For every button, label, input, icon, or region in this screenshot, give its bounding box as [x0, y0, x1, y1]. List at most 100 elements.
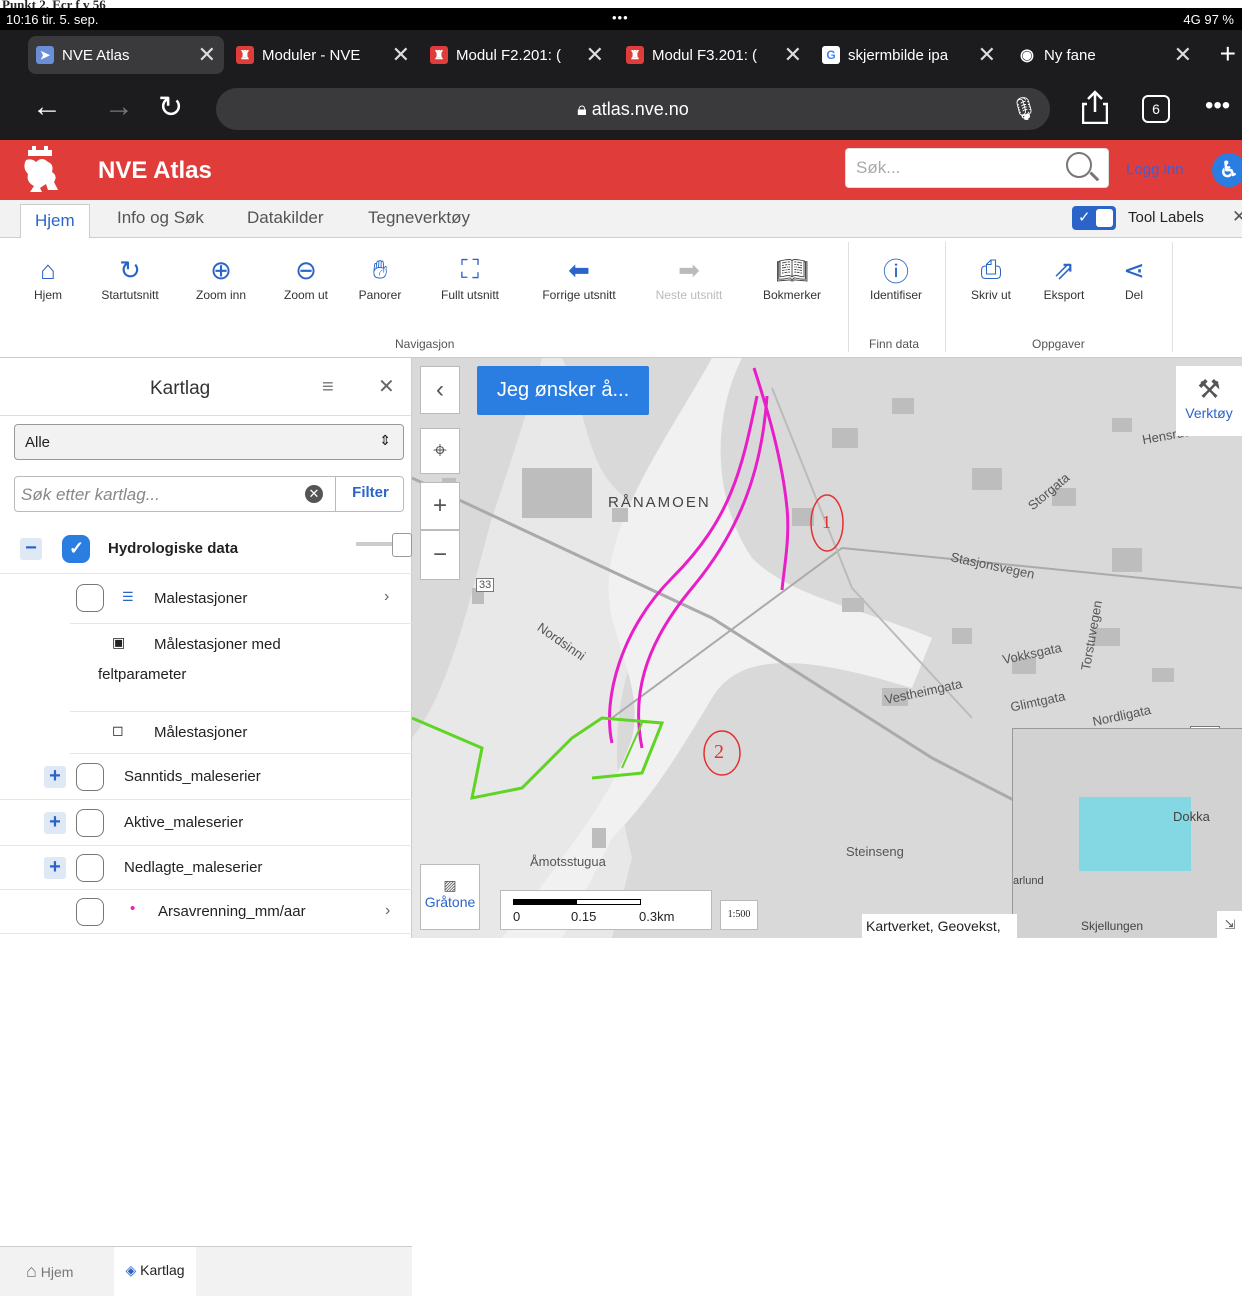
- layer-checkbox[interactable]: [76, 584, 104, 612]
- next-extent-button[interactable]: ➡︎ Neste utsnitt: [646, 252, 732, 303]
- layer-search-input[interactable]: Søk etter kartlag... ✕ Filter: [14, 476, 404, 512]
- close-tab-icon[interactable]: ✕: [586, 42, 604, 68]
- road-number: 33: [476, 578, 495, 592]
- chevron-right-icon[interactable]: ›: [384, 588, 389, 606]
- expand-icon[interactable]: +: [44, 766, 66, 788]
- overview-map[interactable]: Dokka Skjellungen arlund ⇲: [1012, 728, 1242, 938]
- browser-tab-moduler[interactable]: ♜ Moduler - NVE ✕: [228, 36, 418, 74]
- print-button[interactable]: ⎙ Skriv ut: [962, 252, 1020, 302]
- scale-label: 0: [513, 909, 521, 924]
- tab-info-og-sok[interactable]: Info og Søk: [117, 208, 204, 228]
- login-link[interactable]: Logg inn: [1126, 161, 1184, 178]
- more-menu-icon[interactable]: •••: [1205, 92, 1230, 120]
- close-tab-icon[interactable]: ✕: [392, 42, 410, 68]
- legend-label: Målestasjoner: [154, 724, 248, 741]
- tab-title: Ny fane: [1044, 46, 1096, 64]
- search-icon[interactable]: [1066, 152, 1092, 178]
- back-arrow-icon[interactable]: ←: [32, 90, 62, 124]
- filter-button[interactable]: Filter: [335, 476, 405, 512]
- browser-tab-ny-fane[interactable]: ◉ Ny fane ✕: [1010, 36, 1200, 74]
- close-tab-icon[interactable]: ✕: [978, 42, 996, 68]
- close-tab-icon[interactable]: ✕: [198, 42, 216, 68]
- layer-checkbox[interactable]: [76, 763, 104, 791]
- startutsnitt-button[interactable]: ↻ Startutsnitt: [92, 252, 168, 303]
- share-button[interactable]: ⋖ Del: [1114, 252, 1154, 303]
- browser-tab-modul-f2[interactable]: ♜ Modul F2.201: ( ✕: [422, 36, 612, 74]
- jeg-onsker-button[interactable]: Jeg ønsker å...: [477, 366, 649, 415]
- share-icon[interactable]: [1082, 90, 1108, 124]
- tab-datakilder[interactable]: Datakilder: [247, 208, 324, 228]
- ribbon-collapse-icon[interactable]: ✕: [1232, 207, 1242, 227]
- tab-title: Moduler - NVE: [262, 46, 361, 64]
- bottom-tab-kartlag[interactable]: ◈ Kartlag: [114, 1247, 196, 1297]
- next-extent-icon: ➡︎: [678, 254, 700, 285]
- nve-atlas-favicon-icon: ➤: [36, 46, 54, 64]
- map-view[interactable]: 1 2 RÅNAMOEN Nordsinni Stasjonsvegen Vok…: [412, 358, 1242, 938]
- list-item: + Aktive_maleserier: [0, 800, 412, 846]
- collapse-icon[interactable]: −: [20, 538, 42, 560]
- zoom-in-button[interactable]: ⊕ Zoom inn: [188, 252, 254, 303]
- locate-icon[interactable]: ⌖: [420, 428, 460, 474]
- identify-button[interactable]: ⓘ Identifiser: [860, 252, 932, 303]
- layer-checkbox[interactable]: [62, 535, 90, 563]
- chevron-right-icon[interactable]: ›: [385, 902, 390, 920]
- multitask-dots[interactable]: •••: [612, 10, 629, 25]
- verktoy-button[interactable]: ⚒︎ Verktøy: [1176, 366, 1242, 436]
- tool-labels-toggle[interactable]: [1072, 206, 1116, 230]
- browser-tab-nve-atlas[interactable]: ➤ NVE Atlas ✕: [28, 36, 224, 74]
- opacity-slider[interactable]: [356, 533, 412, 557]
- tab-count-button[interactable]: 6: [1142, 95, 1170, 123]
- status-signal: 4G 97 %: [1183, 12, 1234, 27]
- clear-search-icon[interactable]: ✕: [305, 485, 323, 503]
- bookmarks-button[interactable]: 📖︎ Bokmerker: [754, 252, 830, 303]
- reset-icon: ↻: [119, 254, 141, 285]
- layer-checkbox[interactable]: [76, 809, 104, 837]
- microphone-icon[interactable]: 🎙︎: [1010, 96, 1038, 122]
- book-icon: 📖︎: [775, 254, 809, 285]
- layer-checkbox[interactable]: [76, 854, 104, 882]
- ribbon-tabs: Hjem Info og Søk Datakilder Tegneverktøy…: [0, 200, 1242, 239]
- full-extent-button[interactable]: ⛶ Fullt utsnitt: [432, 252, 508, 302]
- close-panel-icon[interactable]: ✕: [378, 374, 395, 399]
- expand-icon[interactable]: +: [44, 812, 66, 834]
- bottom-tab-home[interactable]: ⌂ Hjem: [26, 1261, 73, 1282]
- accessibility-icon[interactable]: ♿︎: [1212, 153, 1242, 187]
- layer-label: Aktive_maleserier: [124, 814, 244, 831]
- zoom-out-map-button[interactable]: −: [420, 530, 460, 580]
- overview-label: Dokka: [1173, 809, 1210, 824]
- expand-icon[interactable]: +: [44, 857, 66, 879]
- previous-extent-button[interactable]: ⬅︎ Forrige utsnitt: [530, 252, 628, 303]
- browser-tab-skjermbilde[interactable]: G skjermbilde ipa ✕: [814, 36, 1004, 74]
- export-button[interactable]: ⇗ Eksport: [1036, 252, 1092, 303]
- close-tab-icon[interactable]: ✕: [1174, 42, 1192, 68]
- scale-bar-graphic: [513, 899, 641, 905]
- home-button[interactable]: ⌂ Hjem: [26, 252, 70, 303]
- scale-bar: 0 0.15 0.3km: [500, 890, 712, 930]
- overview-toggle-icon[interactable]: ⇲: [1217, 911, 1242, 938]
- address-bar[interactable]: 🔒︎ atlas.nve.no: [216, 88, 1050, 130]
- tab-title: NVE Atlas: [62, 46, 130, 64]
- basemap-gratone-button[interactable]: ▨ Gråtone: [420, 864, 480, 930]
- status-bar: 10:16 tir. 5. sep. ••• 4G 97 %: [0, 8, 1242, 30]
- collapse-panel-button[interactable]: ‹: [420, 366, 460, 414]
- zoom-out-button[interactable]: ⊖ Zoom ut: [276, 252, 336, 303]
- tab-tegneverktoy[interactable]: Tegneverktøy: [368, 208, 470, 228]
- scale-toggle-button[interactable]: 1:500: [720, 900, 758, 930]
- home-icon: ⌂: [40, 254, 56, 285]
- close-tab-icon[interactable]: ✕: [784, 42, 802, 68]
- pan-button[interactable]: ✋︎ Panorer: [352, 252, 408, 302]
- app-header: NVE Atlas Søk... Logg inn ♿︎: [0, 140, 1242, 200]
- zoom-in-map-button[interactable]: +: [420, 482, 460, 530]
- forward-arrow-icon[interactable]: →: [104, 90, 134, 124]
- list-item: + Sanntids_maleserier: [0, 754, 412, 800]
- ribbon-divider: [1172, 242, 1173, 352]
- tab-hjem[interactable]: Hjem: [20, 204, 90, 239]
- layer-filter-select[interactable]: Alle ⇕: [14, 424, 404, 460]
- new-tab-button[interactable]: +: [1220, 38, 1236, 70]
- layer-checkbox[interactable]: [76, 898, 104, 926]
- overview-label: Skjellungen: [1081, 919, 1144, 933]
- browser-tab-modul-f3[interactable]: ♜ Modul F3.201: ( ✕: [618, 36, 810, 74]
- hand-icon: ✋︎: [372, 254, 388, 284]
- reload-icon[interactable]: ↻: [158, 90, 183, 125]
- list-menu-icon[interactable]: ≡: [322, 376, 334, 399]
